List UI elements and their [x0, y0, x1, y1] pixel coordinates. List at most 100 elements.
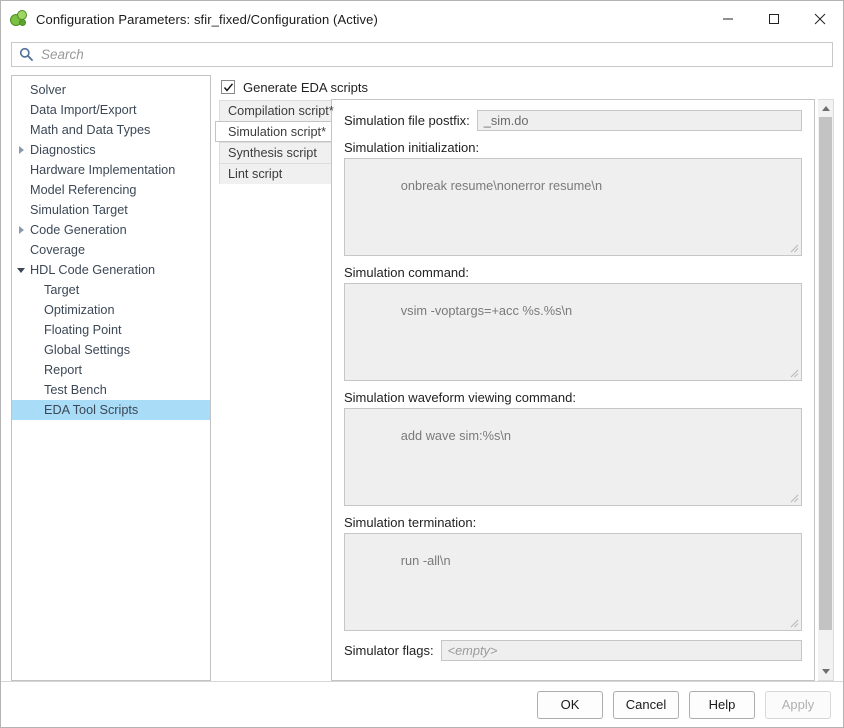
apply-button: Apply — [765, 690, 831, 719]
simulation-command-value: vsim -voptargs=+acc %s.%s\n — [400, 303, 573, 318]
simulation-waveform-field: Simulation waveform viewing command: add… — [344, 390, 802, 506]
sidebar-item-label: Report — [44, 363, 83, 377]
title-bar: Configuration Parameters: sfir_fixed/Con… — [1, 1, 843, 37]
search-icon — [19, 47, 35, 61]
resize-grip-icon[interactable] — [789, 243, 799, 253]
sidebar-item-label: Test Bench — [44, 383, 107, 397]
simulation-script-panel: Simulation file postfix: _sim.do Simulat… — [331, 99, 815, 681]
simulator-flags-field: Simulator flags: <empty> — [344, 640, 802, 661]
sidebar-item-test-bench[interactable]: Test Bench — [12, 380, 210, 400]
generate-eda-scripts-row: Generate EDA scripts — [219, 75, 834, 99]
simulation-command-label: Simulation command: — [344, 265, 469, 280]
configuration-parameters-window: Configuration Parameters: sfir_fixed/Con… — [0, 0, 844, 728]
sidebar-item-math-and-data-types[interactable]: Math and Data Types — [12, 120, 210, 140]
caret-up-icon — [821, 106, 830, 111]
tab-label: Lint script — [228, 167, 283, 181]
simulation-initialization-label: Simulation initialization: — [344, 140, 480, 155]
simulation-initialization-textarea[interactable]: onbreak resume\nonerror resume\n — [344, 158, 802, 256]
search-input[interactable]: Search — [11, 41, 833, 67]
generate-eda-scripts-checkbox[interactable] — [221, 80, 235, 94]
chevron-right-icon[interactable] — [18, 226, 24, 234]
maximize-icon[interactable] — [751, 1, 797, 37]
simulation-waveform-label: Simulation waveform viewing command: — [344, 390, 576, 405]
sidebar-item-eda-tool-scripts[interactable]: EDA Tool Scripts — [12, 400, 210, 420]
settings-tree[interactable]: Solver Data Import/Export Math and Data Ty… — [11, 75, 211, 681]
sidebar-item-diagnostics[interactable]: Diagnostics — [12, 140, 210, 160]
simulation-termination-label: Simulation termination: — [344, 515, 477, 530]
sidebar-item-code-generation[interactable]: Code Generation — [12, 220, 210, 240]
sidebar-item-global-settings[interactable]: Global Settings — [12, 340, 210, 360]
simulation-termination-textarea[interactable]: run -all\n — [344, 533, 802, 631]
cancel-button[interactable]: Cancel — [613, 690, 679, 719]
sidebar-item-label: Global Settings — [44, 343, 131, 357]
sidebar-item-label: Target — [44, 283, 80, 297]
chevron-right-icon[interactable] — [18, 146, 24, 154]
search-row: Search — [1, 37, 843, 71]
generate-eda-scripts-label: Generate EDA scripts — [243, 79, 368, 95]
scrollbar-track[interactable] — [818, 117, 833, 663]
simulation-termination-value: run -all\n — [400, 553, 451, 568]
settings-panel: Generate EDA scripts Compilation script*… — [211, 75, 834, 681]
tree-expander[interactable] — [14, 146, 28, 154]
sidebar-item-label: Optimization — [44, 303, 115, 317]
dialog-footer: OK Cancel Help Apply — [1, 681, 843, 727]
sidebar-item-optimization[interactable]: Optimization — [12, 300, 210, 320]
sidebar-item-target[interactable]: Target — [12, 280, 210, 300]
chevron-down-icon[interactable] — [17, 267, 25, 273]
simulation-file-postfix-label: Simulation file postfix: — [344, 113, 470, 128]
simulation-file-postfix-input[interactable]: _sim.do — [476, 110, 802, 131]
tab-label: Synthesis script — [228, 146, 317, 160]
sidebar-item-report[interactable]: Report — [12, 360, 210, 380]
resize-grip-icon[interactable] — [789, 368, 799, 378]
simulation-file-postfix-field: Simulation file postfix: _sim.do — [344, 110, 802, 131]
tab-lint-script[interactable]: Lint script — [219, 163, 331, 184]
tree-expander[interactable] — [14, 267, 28, 273]
sidebar-item-solver[interactable]: Solver — [12, 80, 210, 100]
window-title: Configuration Parameters: sfir_fixed/Con… — [36, 11, 378, 27]
panel-scrollbar[interactable] — [818, 99, 834, 681]
scroll-up-button[interactable] — [818, 100, 833, 117]
scrollbar-thumb[interactable] — [819, 117, 832, 631]
script-tab-list[interactable]: Compilation script* Simulation script* Syn… — [215, 99, 334, 681]
scroll-down-button[interactable] — [818, 663, 833, 680]
simulation-command-field: Simulation command: vsim -voptargs=+acc … — [344, 265, 802, 381]
simulink-icon — [10, 10, 28, 28]
help-button[interactable]: Help — [689, 690, 755, 719]
sidebar-item-data-import-export[interactable]: Data Import/Export — [12, 100, 210, 120]
simulation-waveform-textarea[interactable]: add wave sim:%s\n — [344, 408, 802, 506]
simulator-flags-label: Simulator flags: — [344, 643, 434, 658]
sidebar-item-model-referencing[interactable]: Model Referencing — [12, 180, 210, 200]
caret-down-icon — [821, 669, 830, 674]
tab-label: Simulation script* — [228, 124, 327, 139]
sidebar-item-simulation-target[interactable]: Simulation Target — [12, 200, 210, 220]
sidebar-item-label: Coverage — [30, 243, 86, 257]
sidebar-item-hdl-code-generation[interactable]: HDL Code Generation — [12, 260, 210, 280]
window-controls — [705, 1, 843, 37]
ok-button[interactable]: OK — [537, 690, 603, 719]
sidebar-item-hardware-implementation[interactable]: Hardware Implementation — [12, 160, 210, 180]
sidebar-item-label: EDA Tool Scripts — [44, 403, 139, 417]
tree-expander[interactable] — [14, 226, 28, 234]
dialog-body: Solver Data Import/Export Math and Data Ty… — [1, 71, 843, 681]
resize-grip-icon[interactable] — [789, 618, 799, 628]
sidebar-item-floating-point[interactable]: Floating Point — [12, 320, 210, 340]
sidebar-item-label: Code Generation — [30, 223, 127, 237]
simulation-command-textarea[interactable]: vsim -voptargs=+acc %s.%s\n — [344, 283, 802, 381]
sidebar-item-label: Simulation Target — [30, 203, 128, 217]
simulation-initialization-value: onbreak resume\nonerror resume\n — [400, 178, 603, 193]
sidebar-item-label: Hardware Implementation — [30, 163, 176, 177]
close-icon[interactable] — [797, 1, 843, 37]
simulator-flags-input[interactable]: <empty> — [440, 640, 802, 661]
tab-synthesis-script[interactable]: Synthesis script — [219, 142, 331, 163]
search-placeholder: Search — [41, 46, 84, 62]
tab-simulation-script[interactable]: Simulation script* — [215, 121, 331, 142]
sidebar-item-coverage[interactable]: Coverage — [12, 240, 210, 260]
minimize-icon[interactable] — [705, 1, 751, 37]
tab-compilation-script[interactable]: Compilation script* — [219, 100, 334, 121]
resize-grip-icon[interactable] — [789, 493, 799, 503]
simulation-waveform-value: add wave sim:%s\n — [400, 428, 512, 443]
sidebar-item-label: HDL Code Generation — [30, 263, 156, 277]
sidebar-item-label: Math and Data Types — [30, 123, 151, 137]
sidebar-item-label: Diagnostics — [30, 143, 96, 157]
sidebar-item-label: Floating Point — [44, 323, 122, 337]
